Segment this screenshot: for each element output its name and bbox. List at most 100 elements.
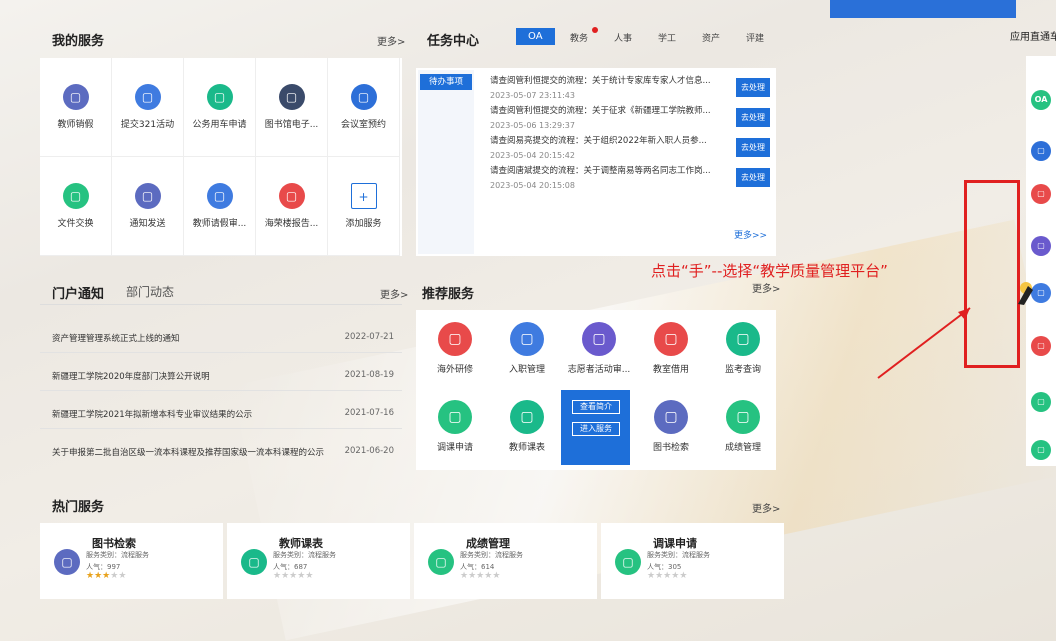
notice-item[interactable]: 新疆理工学院2021年拟新增本科专业审议结果的公示 2021-07-16 — [52, 408, 394, 424]
recommend-item[interactable]: ▢ 成绩管理 — [710, 400, 776, 453]
process-button[interactable]: 去处理 — [736, 78, 770, 97]
hot-service-card[interactable]: ▢ 教师课表 服务类别：流程服务 人气：687 ★★★★★ — [227, 523, 410, 599]
department-news-tab[interactable]: 部门动态 — [126, 283, 174, 300]
service-tile[interactable]: ▢ 海荣楼报告... — [256, 157, 328, 256]
hot-more-link[interactable]: 更多> — [752, 500, 780, 515]
process-button[interactable]: 去处理 — [736, 108, 770, 127]
task-title[interactable]: 请查阅管利恒提交的流程：关于征求《新疆理工学院教师... — [490, 104, 720, 116]
task-row[interactable]: 请查阅管利恒提交的流程：关于征求《新疆理工学院教师... 2023-05-06 1… — [490, 104, 770, 134]
app-shortcut-icon[interactable]: ▢ — [1031, 236, 1051, 256]
task-row[interactable]: 请查阅易亮提交的流程：关于组织2022年新入职人员参... 2023-05-04 … — [490, 134, 770, 164]
recommend-item[interactable]: ▢ 海外研修 — [422, 322, 488, 375]
app-shortcut-icon[interactable]: ▢ — [1031, 440, 1051, 460]
recommend-item[interactable]: ▢ 调课申请 — [422, 400, 488, 453]
hot-service-icon: ▢ — [428, 549, 454, 575]
service-tile[interactable]: ▢ 会议室预约 — [328, 58, 400, 157]
recommend-label: 教室借用 — [652, 365, 689, 375]
task-date: 2023-05-04 20:15:08 — [490, 181, 575, 190]
portal-notice-tab[interactable]: 门户通知 — [52, 283, 104, 302]
recommend-item[interactable]: ▢ 监考查询 — [710, 322, 776, 375]
app-shortcut-icon[interactable]: ▢ — [1031, 336, 1051, 356]
recommend-item[interactable]: ▢ 教师课表 — [494, 400, 560, 453]
book-search-icon: ▢ — [654, 400, 688, 434]
app-shortcut-label: OA — [1034, 95, 1048, 104]
task-tab[interactable]: OA — [516, 28, 555, 45]
task-center-card: 待办事项 请查阅管利恒提交的流程：关于统计专家库专家人才信息... 2023-05… — [416, 68, 776, 256]
service-tile[interactable]: ▢ 文件交换 — [40, 157, 112, 256]
service-tile[interactable]: ▢ 通知发送 — [112, 157, 184, 256]
task-tab[interactable]: 教务 — [570, 31, 588, 44]
task-date: 2023-05-06 13:29:37 — [490, 121, 575, 130]
service-tile[interactable]: ▢ 公务用车申请 — [184, 58, 256, 157]
task-tab[interactable]: 学工 — [658, 31, 676, 44]
service-tile[interactable]: ▢ 图书馆电子... — [256, 58, 328, 157]
recommend-item[interactable]: ▢ 入职管理 — [494, 322, 560, 375]
recommend-more-link[interactable]: 更多> — [752, 280, 780, 295]
notice-title[interactable]: 关于申报第二批自治区级一流本科课程及推荐国家级一流本科课程的公示 — [52, 448, 324, 458]
service-tile-label: 教师销假 — [57, 120, 94, 130]
app-shortcut-title: 应用直通车 — [1010, 32, 1056, 43]
service-hover-popup: 查看简介 进入服务 — [561, 390, 630, 465]
notice-title[interactable]: 资产管理管理系统正式上线的通知 — [52, 334, 180, 344]
portal-divider — [40, 304, 402, 305]
hot-service-category: 服务类别：流程服务 — [273, 551, 336, 559]
view-intro-button[interactable]: 查看简介 — [572, 400, 620, 414]
notice-title[interactable]: 新疆理工学院2021年拟新增本科专业审议结果的公示 — [52, 410, 252, 420]
app-shortcut-icon[interactable]: ▢ — [1031, 141, 1051, 161]
hot-service-card[interactable]: ▢ 图书检索 服务类别：流程服务 人气：997 ★★★★★ — [40, 523, 223, 599]
task-title[interactable]: 请查阅唐斌提交的流程：关于调整南易等两名同志工作岗... — [490, 164, 720, 176]
star-icon: ★ — [655, 571, 664, 581]
service-tile-label: 文件交换 — [57, 219, 94, 229]
recommend-item[interactable]: ▢ 志愿者活动审... — [566, 322, 632, 375]
service-tile[interactable]: ▢ 提交321活动 — [112, 58, 184, 157]
report-icon: ▢ — [278, 183, 305, 209]
task-tab[interactable]: 人事 — [614, 31, 632, 44]
service-tile[interactable]: + 添加服务 — [328, 157, 400, 256]
overseas-icon: ▢ — [438, 322, 472, 356]
app-shortcut-icon[interactable]: ▢ — [1031, 184, 1051, 204]
unread-dot — [592, 27, 598, 33]
portal-more-link[interactable]: 更多> — [380, 286, 408, 301]
recommend-item[interactable]: ▢ 教室借用 — [638, 322, 704, 375]
hot-service-name[interactable]: 成绩管理 — [466, 535, 510, 551]
todo-tab[interactable]: 待办事项 — [420, 74, 472, 90]
task-title[interactable]: 请查阅易亮提交的流程：关于组织2022年新入职人员参... — [490, 134, 720, 146]
service-tile-label: 会议室预约 — [340, 120, 386, 130]
service-tile[interactable]: ▢ 教师销假 — [40, 58, 112, 157]
recommend-label: 成绩管理 — [724, 443, 761, 453]
notice-item[interactable]: 资产管理管理系统正式上线的通知 2022-07-21 — [52, 332, 394, 348]
app-shortcut-icon[interactable]: ▢ — [1031, 392, 1051, 412]
notice-item[interactable]: 新疆理工学院2020年度部门决算公开说明 2021-08-19 — [52, 370, 394, 386]
hot-service-name[interactable]: 图书检索 — [92, 535, 136, 551]
star-icon: ★ — [118, 571, 127, 581]
task-tab[interactable]: 资产 — [702, 31, 720, 44]
service-tile-label: 通知发送 — [129, 219, 166, 229]
volunteer-icon: ▢ — [582, 322, 616, 356]
notice-date: 2021-06-20 — [344, 446, 394, 456]
notice-title[interactable]: 新疆理工学院2020年度部门决算公开说明 — [52, 372, 210, 382]
enter-service-button[interactable]: 进入服务 — [572, 422, 620, 436]
app-shortcut-icon[interactable]: OA — [1031, 90, 1051, 110]
recommend-item[interactable]: ▢ 图书检索 — [638, 400, 704, 453]
service-tile[interactable]: ▢ 教师请假审... — [184, 157, 256, 256]
task-row[interactable]: 请查阅唐斌提交的流程：关于调整南易等两名同志工作岗... 2023-05-04 2… — [490, 164, 770, 194]
task-title[interactable]: 请查阅管利恒提交的流程：关于统计专家库专家人才信息... — [490, 74, 720, 86]
service-tile-label: 公务用车申请 — [192, 120, 247, 130]
my-services-more-link[interactable]: 更多> — [377, 33, 405, 48]
star-icon: ★ — [492, 571, 501, 581]
task-more-link[interactable]: 更多>> — [734, 228, 767, 241]
hot-service-name[interactable]: 调课申请 — [653, 535, 697, 551]
hot-service-card[interactable]: ▢ 调课申请 服务类别：流程服务 人气：305 ★★★★★ — [601, 523, 784, 599]
hot-service-category: 服务类别：流程服务 — [460, 551, 523, 559]
process-button[interactable]: 去处理 — [736, 138, 770, 157]
hand-icon[interactable] — [1014, 280, 1036, 306]
process-button[interactable]: 去处理 — [736, 168, 770, 187]
hot-service-name[interactable]: 教师课表 — [279, 535, 323, 551]
hot-service-card[interactable]: ▢ 成绩管理 服务类别：流程服务 人气：614 ★★★★★ — [414, 523, 597, 599]
task-row[interactable]: 请查阅管利恒提交的流程：关于统计专家库专家人才信息... 2023-05-07 2… — [490, 74, 770, 104]
notice-item[interactable]: 关于申报第二批自治区级一流本科课程及推荐国家级一流本科课程的公示 2021-06-… — [52, 446, 394, 462]
recommend-card: ▢ 海外研修 ▢ 入职管理 ▢ 志愿者活动审... ▢ 教室借用 ▢ 监考查询 ▢ 调课申请 ▢ 教师课表… — [416, 310, 776, 470]
task-tab[interactable]: 评建 — [746, 31, 764, 44]
rating-stars: ★★★★★ — [460, 571, 500, 581]
task-tabs: OA 教务 人事 学工 资产 评建 — [516, 27, 776, 49]
